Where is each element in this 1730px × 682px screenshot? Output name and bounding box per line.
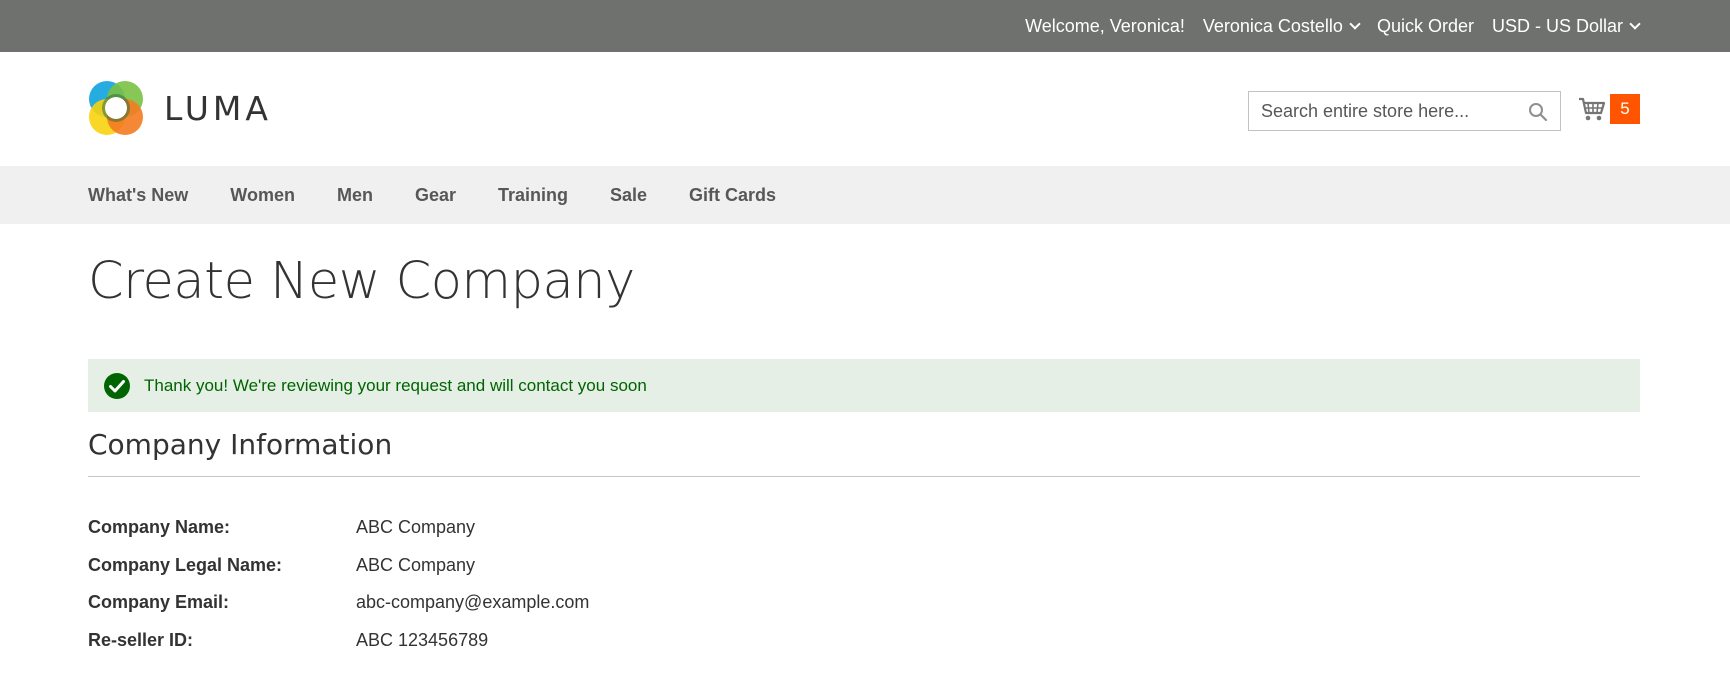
luma-logo[interactable]: LUMA bbox=[88, 79, 272, 137]
nav-item-gift-cards[interactable]: Gift Cards bbox=[689, 185, 776, 206]
company-name-value: ABC Company bbox=[356, 517, 476, 538]
nav-item-sale[interactable]: Sale bbox=[610, 185, 647, 206]
company-email-value: abc-company@example.com bbox=[356, 592, 590, 613]
chevron-down-icon bbox=[1629, 17, 1641, 30]
nav-item-men[interactable]: Men bbox=[337, 185, 373, 206]
company-email-row: Company Email: abc-company@example.com bbox=[88, 584, 589, 622]
cart-icon bbox=[1579, 97, 1606, 121]
main-navigation: What's New Women Men Gear Training Sale … bbox=[0, 166, 1730, 224]
chevron-down-icon bbox=[1349, 17, 1361, 30]
success-message-text: Thank you! We're reviewing your request … bbox=[144, 375, 647, 395]
nav-item-training[interactable]: Training bbox=[498, 185, 568, 206]
company-email-label: Company Email: bbox=[88, 592, 230, 613]
search-input[interactable] bbox=[1249, 92, 1560, 130]
company-legal-name-row: Company Legal Name: ABC Company bbox=[88, 547, 589, 585]
section-title: Company Information bbox=[88, 428, 393, 461]
section-divider bbox=[88, 476, 1640, 477]
company-legal-name-label: Company Legal Name: bbox=[88, 554, 283, 575]
company-name-label: Company Name: bbox=[88, 517, 231, 538]
account-menu[interactable]: Veronica Costello bbox=[1194, 16, 1368, 37]
page-title: Create New Company bbox=[88, 252, 635, 311]
quick-order-link[interactable]: Quick Order bbox=[1368, 16, 1483, 37]
top-links: Welcome, Veronica! Veronica Costello Qui… bbox=[1016, 0, 1648, 52]
success-message: Thank you! We're reviewing your request … bbox=[88, 359, 1640, 412]
company-info-list: Company Name: ABC Company Company Legal … bbox=[88, 509, 589, 659]
nav-item-gear[interactable]: Gear bbox=[415, 185, 456, 206]
account-name: Veronica Costello bbox=[1202, 15, 1343, 36]
nav-item-women[interactable]: Women bbox=[230, 185, 295, 206]
company-name-row: Company Name: ABC Company bbox=[88, 509, 589, 547]
top-bar: Welcome, Veronica! Veronica Costello Qui… bbox=[0, 0, 1730, 52]
reseller-id-value: ABC 123456789 bbox=[356, 629, 489, 650]
currency-switcher[interactable]: USD - US Dollar bbox=[1483, 16, 1648, 37]
company-legal-name-value: ABC Company bbox=[356, 554, 476, 575]
search-icon[interactable] bbox=[1528, 102, 1548, 122]
welcome-message: Welcome, Veronica! bbox=[1025, 15, 1185, 36]
reseller-id-label: Re-seller ID: bbox=[88, 629, 194, 650]
currency-label: USD - US Dollar bbox=[1491, 15, 1623, 36]
cart-count-badge: 5 bbox=[1610, 94, 1640, 124]
logo-text: LUMA bbox=[164, 88, 272, 128]
page-title-text: Create New Company bbox=[88, 252, 635, 311]
search-box bbox=[1248, 91, 1561, 131]
checkmark-icon bbox=[104, 372, 130, 399]
reseller-id-row: Re-seller ID: ABC 123456789 bbox=[88, 622, 589, 660]
luma-logo-icon bbox=[89, 81, 143, 135]
minicart-button[interactable]: 5 bbox=[1578, 94, 1640, 124]
nav-item-whats-new[interactable]: What's New bbox=[88, 185, 188, 206]
